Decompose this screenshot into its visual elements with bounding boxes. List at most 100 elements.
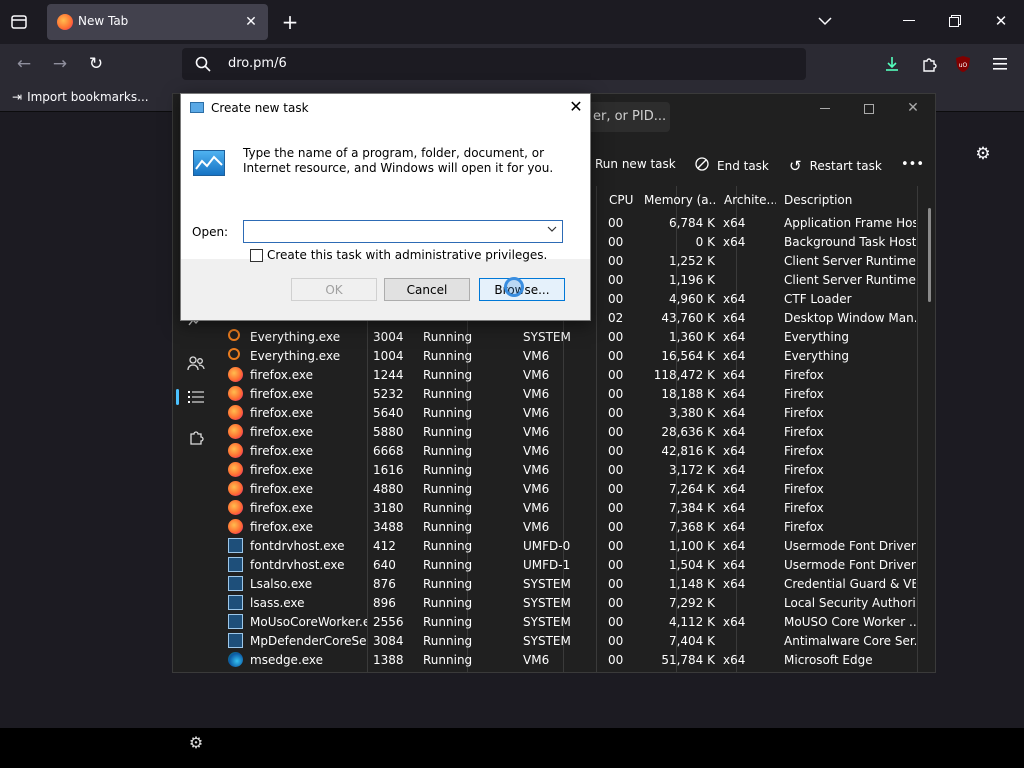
table-row[interactable]: MpDefenderCoreSer... 3084 Running SYSTEM 00 7… [221, 631, 921, 650]
cell-desc: CTF Loader [784, 292, 852, 306]
table-row[interactable]: firefox.exe 5640 Running VM6 00 3,380 K x64 Fir… [221, 403, 921, 422]
new-tab-icon[interactable]: + [280, 10, 300, 34]
minimize-icon[interactable] [899, 11, 919, 31]
table-row[interactable]: firefox.exe 5880 Running VM6 00 28,636 K x64 Fi… [221, 422, 921, 441]
download-icon[interactable] [881, 53, 903, 75]
chevron-down-icon[interactable] [547, 224, 557, 235]
url-bar[interactable]: dro.pm/6 [182, 48, 806, 80]
ublock-icon[interactable]: uO [954, 54, 972, 74]
cell-desc: Usermode Font Driver ... [784, 539, 916, 553]
table-row[interactable]: fontdrvhost.exe 640 Running UMFD-1 00 1,504 K… [221, 555, 921, 574]
page-settings-gear-icon[interactable]: ⚙ [972, 143, 994, 165]
url-text: dro.pm/6 [228, 56, 287, 71]
column-header-architecture[interactable]: Archite... [718, 186, 776, 212]
users-icon[interactable] [185, 352, 207, 374]
cell-name: MpDefenderCoreSer... [250, 634, 367, 648]
restart-task-button[interactable]: ↺ Restart task [789, 157, 882, 175]
column-header-description[interactable]: Description [778, 186, 908, 212]
cell-arch: x64 [723, 653, 746, 667]
table-row[interactable]: firefox.exe 3180 Running VM6 00 7,384 K x64 Fir… [221, 498, 921, 517]
cell-desc: Firefox [784, 444, 824, 458]
table-row[interactable]: firefox.exe 6668 Running VM6 00 42,816 K x64 Fi… [221, 441, 921, 460]
cell-cpu: 00 [608, 406, 624, 420]
import-bookmarks-label: Import bookmarks... [27, 90, 149, 104]
cell-desc: Firefox [784, 520, 824, 534]
ok-button[interactable]: OK [291, 278, 377, 301]
cancel-button[interactable]: Cancel [384, 278, 470, 301]
cell-arch: x64 [723, 292, 746, 306]
list-all-tabs-icon[interactable] [815, 11, 835, 31]
column-header-cpu[interactable]: CPU [603, 186, 635, 212]
table-row[interactable]: Everything.exe 3004 Running SYSTEM 00 1,360 K… [221, 327, 921, 346]
cell-mem: 4,960 K [668, 292, 715, 306]
cell-mem: 6,784 K [668, 216, 715, 230]
cell-user: SYSTEM [523, 596, 571, 610]
dialog-close-icon[interactable]: ✕ [566, 98, 586, 118]
extensions-icon[interactable] [918, 53, 940, 75]
cell-desc: Local Security Authori... [784, 596, 916, 610]
cell-pid: 3004 [373, 330, 404, 344]
cell-desc: Antimalware Core Ser... [784, 634, 916, 648]
menu-icon[interactable] [990, 54, 1010, 74]
table-row[interactable]: msedge.exe 1388 Running VM6 00 51,784 K x64 Mic… [221, 650, 921, 669]
cell-desc: Firefox [784, 501, 824, 515]
tm-minimize-icon[interactable] [815, 99, 835, 119]
open-input[interactable] [243, 220, 563, 243]
cell-status: Running [423, 330, 473, 344]
cell-name: firefox.exe [250, 406, 314, 420]
end-task-button[interactable]: End task [695, 157, 769, 174]
cell-status: Running [423, 501, 473, 515]
cell-name: firefox.exe [250, 463, 314, 477]
table-row[interactable]: Everything.exe 1004 Running VM6 00 16,564 K x6… [221, 346, 921, 365]
table-row[interactable]: firefox.exe 5232 Running VM6 00 18,188 K x64 Fi… [221, 384, 921, 403]
cell-status: Running [423, 387, 473, 401]
cell-user: VM6 [523, 349, 550, 363]
close-window-icon[interactable]: ✕ [991, 11, 1011, 31]
import-bookmarks-item[interactable]: ⇥ Import bookmarks... [12, 90, 149, 104]
cell-arch: x64 [723, 330, 746, 344]
table-row[interactable]: Lsalso.exe 876 Running SYSTEM 00 1,148 K x64 Cr… [221, 574, 921, 593]
tm-scrollbar[interactable] [928, 208, 931, 302]
end-task-label: End task [717, 158, 769, 173]
table-row[interactable]: firefox.exe 3488 Running VM6 00 7,368 K x64 Fir… [221, 517, 921, 536]
table-row[interactable]: firefox.exe 1616 Running VM6 00 3,172 K x64 Fir… [221, 460, 921, 479]
edge-icon [228, 652, 243, 667]
dialog-titlebar: Create new task ✕ [181, 94, 590, 122]
tab-new-tab[interactable]: New Tab ✕ [47, 4, 268, 40]
details-list-icon[interactable] [185, 386, 207, 408]
services-puzzle-icon[interactable] [185, 426, 207, 448]
tm-search-box[interactable]: er, or PID... [583, 102, 670, 132]
settings-gear-icon[interactable]: ⚙ [185, 731, 207, 753]
cell-status: Running [423, 520, 473, 534]
close-tab-icon[interactable]: ✕ [242, 13, 260, 31]
cell-arch: x64 [723, 387, 746, 401]
tm-close-icon[interactable]: ✕ [903, 98, 923, 118]
table-row[interactable]: fontdrvhost.exe 412 Running UMFD-0 00 1,100 K… [221, 536, 921, 555]
restart-task-label: Restart task [809, 159, 882, 173]
cell-name: firefox.exe [250, 425, 314, 439]
table-row[interactable]: firefox.exe 1244 Running VM6 00 118,472 K x64 F… [221, 365, 921, 384]
cell-user: VM6 [523, 463, 550, 477]
table-row[interactable]: MoUsoCoreWorker.e... 2556 Running SYSTEM 00 4… [221, 612, 921, 631]
cell-cpu: 00 [608, 216, 624, 230]
cell-name: firefox.exe [250, 520, 314, 534]
tm-maximize-icon[interactable] [859, 99, 879, 119]
cell-arch: x64 [723, 577, 746, 591]
restore-icon[interactable] [945, 11, 965, 31]
firefox-icon [228, 405, 243, 420]
cell-name: firefox.exe [250, 444, 314, 458]
run-new-task-button[interactable]: Run new task [595, 157, 676, 171]
forward-icon[interactable]: → [50, 54, 70, 74]
cell-mem: 7,404 K [668, 634, 715, 648]
admin-privileges-checkbox[interactable] [250, 249, 263, 262]
table-row[interactable]: firefox.exe 4880 Running VM6 00 7,264 K x64 Fir… [221, 479, 921, 498]
reload-icon[interactable]: ↻ [86, 54, 106, 74]
firefox-icon [228, 424, 243, 439]
table-row[interactable]: lsass.exe 896 Running SYSTEM 00 7,292 K Local … [221, 593, 921, 612]
tab-overview-icon[interactable] [8, 11, 30, 33]
firefox-icon [228, 367, 243, 382]
column-header-memory[interactable]: Memory (a... [638, 186, 716, 212]
more-options-button[interactable]: ••• [901, 157, 924, 172]
back-icon[interactable]: ← [14, 54, 34, 74]
dialog-title: Create new task [211, 101, 309, 115]
